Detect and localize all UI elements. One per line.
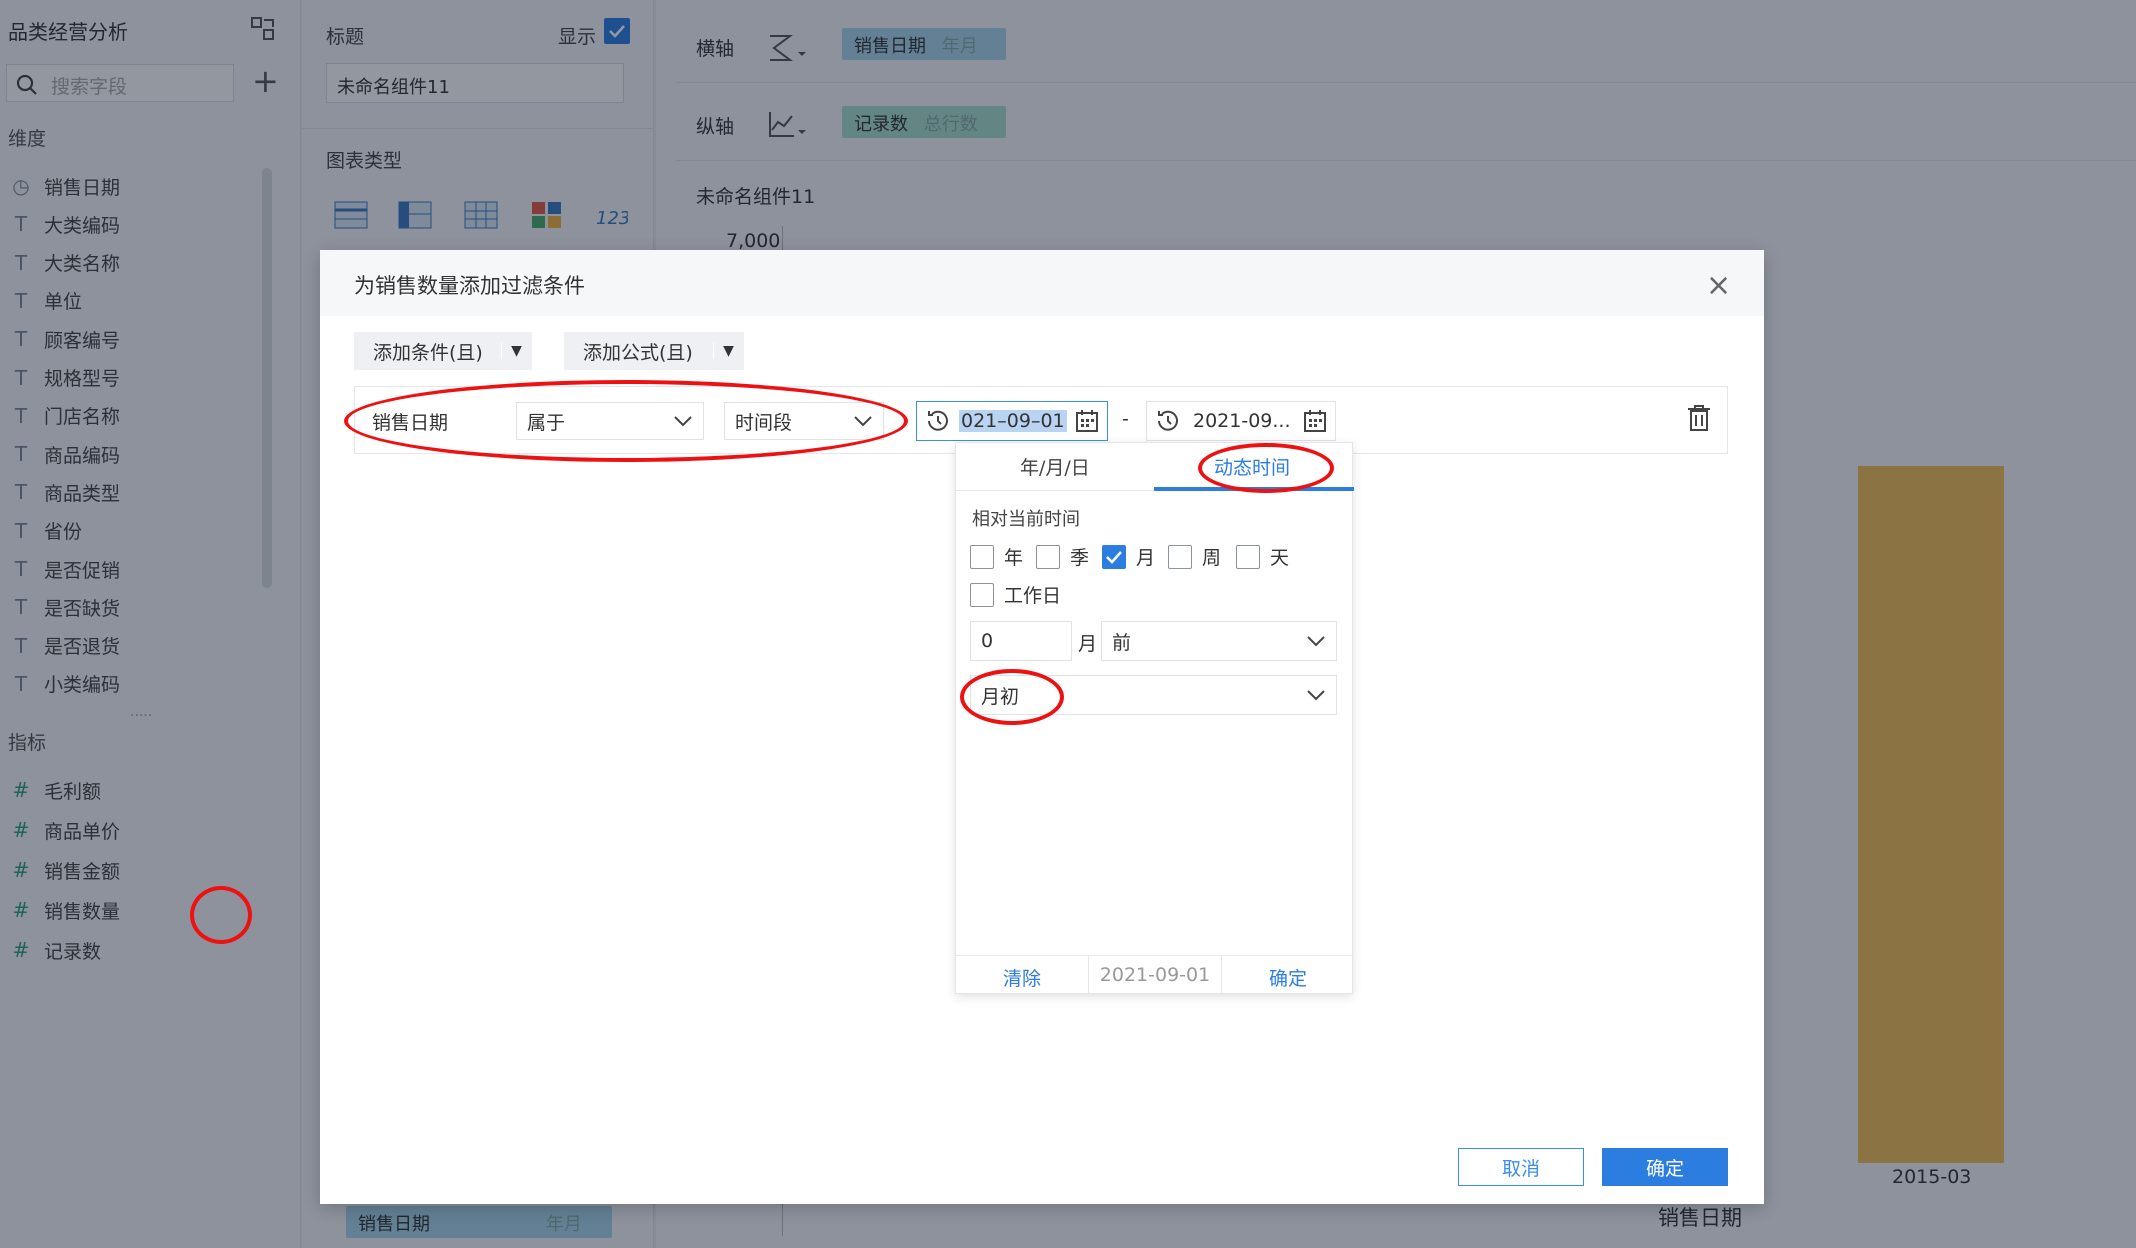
unit-option[interactable]: 月 — [1102, 543, 1155, 570]
add-formula-label: 添加公式(且) — [583, 341, 693, 364]
dialog-title: 为销售数量添加过滤条件 — [354, 274, 585, 298]
calendar-icon[interactable] — [1303, 409, 1327, 433]
workday-option[interactable]: 工作日 — [970, 581, 1061, 608]
end-date-value: 2021-09... — [1193, 410, 1291, 432]
clock-icon[interactable] — [1153, 406, 1183, 436]
unit-label: 月 — [1136, 547, 1156, 569]
date-picker-popup: 年/月/日 动态时间 相对当前时间 年季月周天 工作日 0 月 前 月初 清除 … — [955, 442, 1354, 995]
unit-label: 年 — [1004, 547, 1024, 569]
clock-icon[interactable] — [923, 406, 953, 436]
clear-button[interactable]: 清除 — [956, 956, 1089, 995]
offset-unit: 月 — [1078, 633, 1098, 655]
workday-label: 工作日 — [1004, 585, 1062, 607]
delete-condition-icon[interactable] — [1686, 404, 1712, 437]
workday-checkbox[interactable] — [970, 582, 994, 607]
popup-footer: 清除 2021-09-01 确定 — [956, 955, 1354, 995]
unit-option[interactable]: 周 — [1168, 543, 1221, 570]
unit-checkbox[interactable] — [1236, 544, 1260, 569]
unit-checkbox[interactable] — [1102, 544, 1126, 569]
preview-date: 2021-09-01 — [1089, 956, 1222, 995]
cancel-button[interactable]: 取消 — [1458, 1148, 1584, 1186]
unit-option[interactable]: 天 — [1236, 543, 1289, 570]
offset-input[interactable]: 0 — [970, 621, 1072, 661]
annotation-ellipse-dynamic-tab — [1198, 443, 1334, 493]
range-separator: - — [1122, 408, 1129, 430]
unit-checkbox[interactable] — [970, 544, 994, 569]
close-icon[interactable]: × — [1706, 268, 1731, 303]
unit-option[interactable]: 年 — [970, 543, 1023, 570]
add-condition-label: 添加条件(且) — [373, 341, 483, 364]
chevron-down-icon — [1307, 636, 1325, 647]
add-formula-button[interactable]: 添加公式(且) ▼ — [564, 332, 744, 370]
start-date-value: 021–09–01 — [959, 410, 1067, 432]
unit-label: 季 — [1070, 547, 1090, 569]
direction-select[interactable]: 前 — [1101, 621, 1337, 661]
add-condition-button[interactable]: 添加条件(且) ▼ — [354, 332, 532, 370]
annotation-circle-metric — [190, 886, 252, 944]
end-date-input[interactable]: 2021-09... — [1146, 401, 1336, 441]
unit-label: 周 — [1202, 547, 1222, 569]
caret-down-icon[interactable]: ▼ — [713, 343, 743, 359]
calendar-icon[interactable] — [1075, 409, 1099, 433]
direction-value: 前 — [1112, 631, 1132, 654]
tab-ymd[interactable]: 年/月/日 — [1020, 453, 1090, 480]
relative-time-label: 相对当前时间 — [972, 509, 1080, 530]
start-date-input[interactable]: 021–09–01 — [916, 401, 1108, 441]
caret-down-icon[interactable]: ▼ — [501, 343, 531, 359]
unit-checkbox[interactable] — [1036, 544, 1060, 569]
annotation-ellipse-anchor — [960, 669, 1064, 725]
chevron-down-icon — [1307, 690, 1325, 701]
unit-checkbox[interactable] — [1168, 544, 1192, 569]
annotation-ellipse-condition — [344, 380, 908, 462]
unit-option[interactable]: 季 — [1036, 543, 1089, 570]
popup-confirm-button[interactable]: 确定 — [1222, 956, 1354, 995]
unit-label: 天 — [1270, 547, 1290, 569]
confirm-button[interactable]: 确定 — [1602, 1148, 1728, 1186]
